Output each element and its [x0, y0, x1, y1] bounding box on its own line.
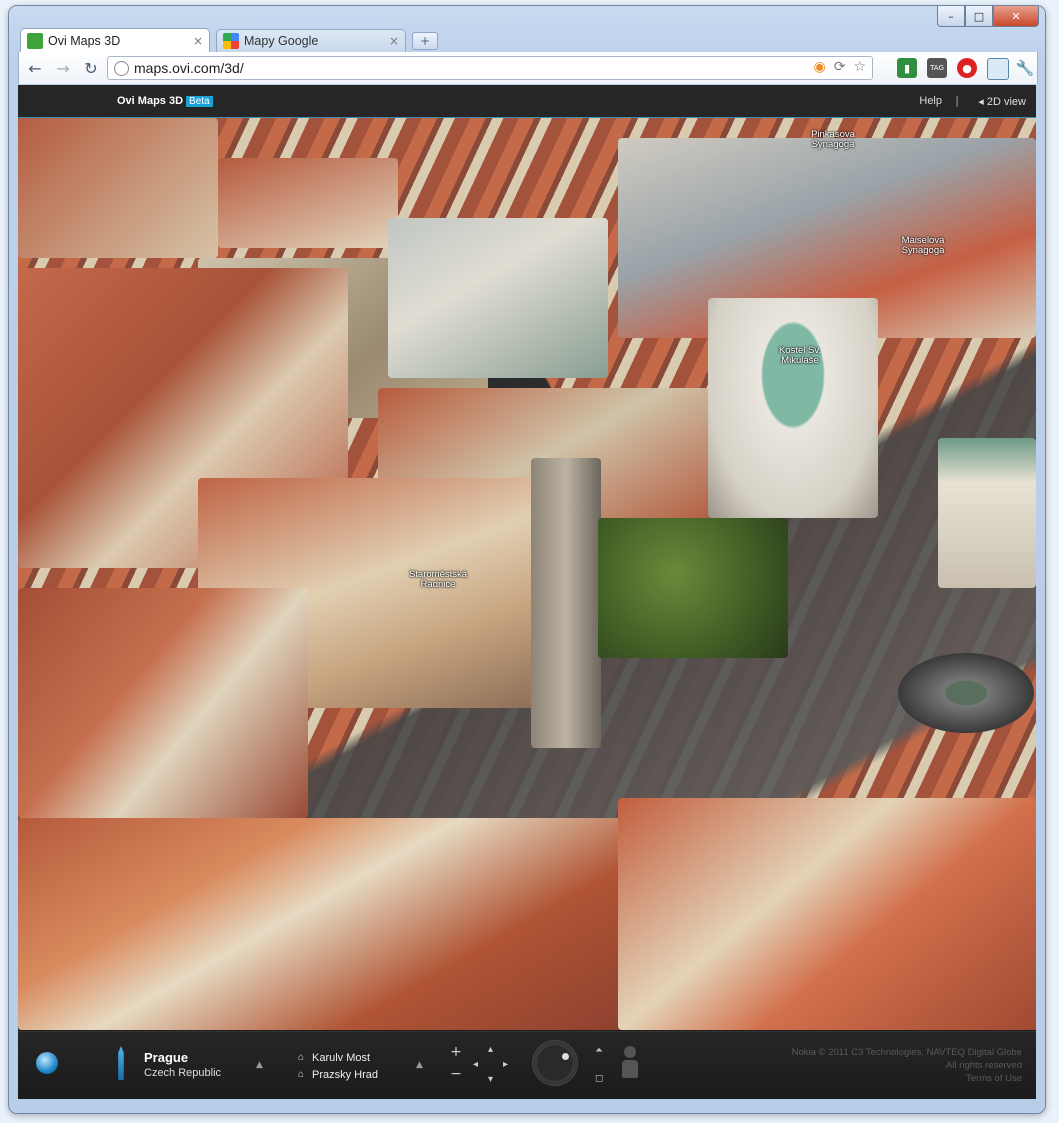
reload-button[interactable]: ↻	[81, 58, 101, 78]
back-button[interactable]: ←	[25, 58, 45, 78]
street-level-person-icon[interactable]	[621, 1046, 639, 1080]
tab-close-icon[interactable]: ×	[193, 34, 203, 48]
tag-ext-icon[interactable]: TAG	[927, 58, 947, 78]
close-window-button[interactable]: ✕	[993, 6, 1039, 27]
dial-knob-icon[interactable]	[562, 1053, 569, 1060]
tilt-up-icon[interactable]: ⏶	[595, 1045, 603, 1056]
rss-icon[interactable]: ◉	[813, 59, 825, 75]
browser-window: – □ ✕ Ovi Maps 3D × Mapy Google × + ← → …	[9, 6, 1045, 1113]
tilt-down-icon[interactable]: ◻	[595, 1073, 603, 1084]
3d-map-view[interactable]: Pinkasova Synagoga Maiselova Synagoga Ko…	[18, 118, 1036, 1030]
address-bar[interactable]: maps.ovi.com/3d/ ◉ ⟳ ☆	[107, 56, 873, 80]
map-label[interactable]: Staroměstská Radnice	[398, 570, 478, 590]
map-label[interactable]: Maiselova Synagoga	[888, 236, 958, 256]
landmark-icon: ⌂	[298, 1069, 305, 1080]
landmark-tower-icon	[118, 1046, 124, 1080]
minimize-button[interactable]: –	[937, 6, 965, 27]
red-ext-icon[interactable]: ●	[957, 58, 977, 78]
jan-hus-memorial	[898, 653, 1034, 733]
place-label: Prazsky Hrad	[312, 1068, 379, 1081]
tab-strip: Ovi Maps 3D × Mapy Google × +	[20, 28, 438, 52]
beta-badge: Beta	[186, 96, 213, 107]
window-ext-icon[interactable]	[987, 58, 1009, 80]
rotation-dial[interactable]	[532, 1040, 578, 1086]
globe-icon[interactable]	[36, 1052, 58, 1074]
building-block	[18, 588, 308, 818]
tab-ovi-maps[interactable]: Ovi Maps 3D ×	[20, 28, 210, 52]
nearby-place[interactable]: ⌂ Prazsky Hrad	[298, 1066, 378, 1083]
building-block	[18, 118, 218, 258]
map-label[interactable]: Kostel Sv. Mikuláše	[770, 346, 830, 366]
forward-button[interactable]: →	[53, 58, 73, 78]
map-label[interactable]: Pinkasova Synagoga	[798, 130, 868, 150]
new-tab-button[interactable]: +	[412, 32, 438, 50]
location-expand-icon[interactable]: ▲	[256, 1060, 263, 1070]
ovi-maps-page: Ovi Maps 3D Beta Help | ◂ 2D view Pinkaso…	[18, 85, 1036, 1099]
tab-label: Ovi Maps 3D	[48, 33, 121, 48]
green-ext-icon[interactable]: ▮	[897, 58, 917, 78]
window-controls: – □ ✕	[937, 6, 1039, 27]
omnibox-icons: ◉ ⟳ ☆	[813, 59, 866, 75]
current-city: Prague	[144, 1050, 189, 1065]
app-title: Ovi Maps 3D Beta	[117, 95, 213, 107]
church-st-nicholas	[708, 298, 878, 518]
pan-right-icon[interactable]: ▸	[503, 1059, 508, 1070]
brand-name: Ovi Maps 3D	[117, 95, 184, 107]
pan-left-icon[interactable]: ◂	[473, 1059, 478, 1070]
google-favicon-icon	[223, 33, 239, 49]
zoom-out-button[interactable]: −	[446, 1066, 466, 1088]
help-link[interactable]: Help	[919, 95, 942, 107]
pan-up-icon[interactable]: ▴	[488, 1044, 493, 1055]
town-hall-tower	[531, 458, 601, 748]
landmark-icon: ⌂	[298, 1052, 305, 1063]
browser-toolbar: ← → ↻ maps.ovi.com/3d/ ◉ ⟳ ☆ ▮ TAG ● 🔧	[18, 52, 1038, 84]
tab-label: Mapy Google	[244, 34, 319, 48]
nearby-places: ⌂ Karulv Most ⌂ Prazsky Hrad	[298, 1049, 378, 1083]
building-block	[18, 818, 638, 1030]
poi-name: Maiselova Synagoga	[901, 235, 945, 256]
refresh-icon[interactable]: ⟳	[834, 59, 846, 75]
pan-pad: ▴ ◂ ▸ ▾	[473, 1044, 513, 1088]
ovi-favicon-icon	[27, 32, 43, 49]
page-globe-icon	[114, 61, 129, 76]
place-label: Karulv Most	[312, 1051, 371, 1064]
poi-name: Pinkasova Synagoga	[811, 129, 855, 150]
copyright-text: Nokia © 2011 C3 Technologies, NAVTEQ Dig…	[791, 1047, 1022, 1058]
2d-view-link[interactable]: ◂ 2D view	[978, 95, 1026, 108]
app-header: Ovi Maps 3D Beta Help | ◂ 2D view	[18, 85, 1036, 118]
pan-down-icon[interactable]: ▾	[488, 1074, 493, 1085]
building-block	[938, 438, 1036, 588]
zoom-in-button[interactable]: +	[446, 1044, 466, 1066]
header-separator: |	[955, 94, 959, 107]
poi-name: Staroměstská Radnice	[408, 569, 468, 590]
park-trees	[598, 518, 788, 658]
rights-text: All rights reserved	[945, 1060, 1022, 1071]
copyright-notice: Nokia © 2011 C3 Technologies, NAVTEQ Dig…	[792, 1046, 1022, 1085]
places-expand-icon[interactable]: ▲	[416, 1060, 423, 1070]
wrench-icon[interactable]: 🔧	[1015, 58, 1035, 78]
building-block	[388, 218, 608, 378]
map-controls-bar: Prague Czech Republic ▲ ⌂ Karulv Most ⌂ Pr…	[18, 1031, 1036, 1099]
address-url[interactable]: maps.ovi.com/3d/	[134, 60, 244, 76]
tab-close-icon[interactable]: ×	[389, 34, 399, 48]
nearby-place[interactable]: ⌂ Karulv Most	[298, 1049, 378, 1066]
zoom-control: + −	[446, 1044, 466, 1088]
star-icon[interactable]: ☆	[853, 59, 866, 75]
tab-google-maps[interactable]: Mapy Google ×	[216, 29, 406, 52]
terms-link[interactable]: Terms of Use	[792, 1072, 1022, 1085]
maximize-button[interactable]: □	[965, 6, 993, 27]
building-block	[218, 158, 398, 248]
poi-name: Kostel Sv. Mikuláše	[778, 345, 822, 366]
building-block	[618, 798, 1036, 1030]
current-country: Czech Republic	[144, 1067, 222, 1079]
